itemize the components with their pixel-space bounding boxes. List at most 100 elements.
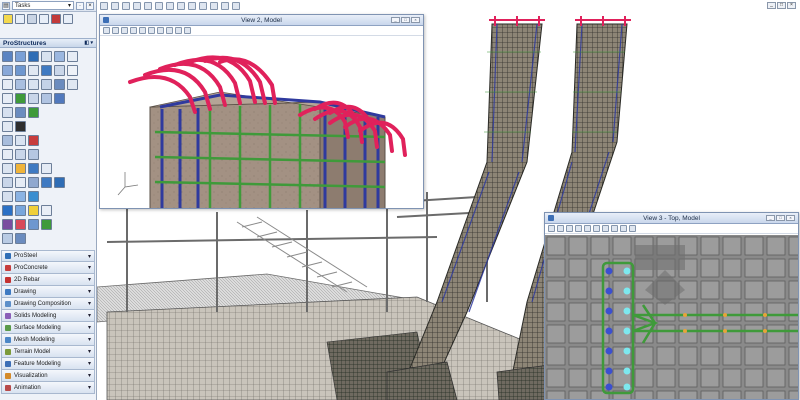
settings-icon[interactable] — [2, 233, 13, 244]
gusset-icon[interactable] — [15, 135, 26, 146]
manipulate-icon[interactable] — [39, 14, 49, 24]
footing-icon[interactable] — [2, 107, 13, 118]
bracing-icon[interactable] — [54, 65, 65, 76]
toolbox-controls-icon[interactable]: ◧ ▾ — [84, 40, 93, 46]
category-animation[interactable]: Animation ▾ — [1, 382, 95, 394]
pin-icon[interactable]: · — [76, 1, 84, 10]
fence-icon[interactable] — [15, 14, 25, 24]
display-style-icon[interactable] — [112, 27, 119, 34]
close-icon[interactable]: × — [786, 215, 795, 221]
prostructures-header[interactable]: ProStructures ◧ ▾ — [0, 38, 96, 48]
connection-icon[interactable] — [2, 135, 13, 146]
category-prosteel[interactable]: ProSteel ▾ — [1, 250, 95, 262]
maximize-icon[interactable]: □ — [777, 2, 786, 9]
bolt-icon[interactable] — [54, 51, 65, 62]
spiral-icon[interactable] — [15, 149, 26, 160]
delete-icon[interactable] — [51, 14, 61, 24]
tasks-dropdown[interactable]: Tasks ▾ — [12, 1, 74, 10]
view-3-window[interactable]: View 3 - Top, Model _ □ × — [544, 212, 799, 400]
attach-icon[interactable] — [2, 121, 13, 132]
cut-icon[interactable] — [2, 79, 13, 90]
fit-view-icon[interactable] — [166, 2, 174, 10]
fit-view-icon[interactable] — [584, 225, 591, 232]
circle-icon[interactable] — [2, 149, 13, 160]
zoom-out-icon[interactable] — [144, 2, 152, 10]
previous-view-icon[interactable] — [210, 2, 218, 10]
category-drawing-composition[interactable]: Drawing Composition ▾ — [1, 298, 95, 310]
minimize-icon[interactable]: _ — [391, 17, 400, 23]
fit-view-icon[interactable] — [139, 27, 146, 34]
filter-icon[interactable] — [41, 205, 52, 216]
category-surface-modeling[interactable]: Surface Modeling ▾ — [1, 322, 95, 334]
stair-icon[interactable] — [2, 65, 13, 76]
dimension-icon[interactable] — [28, 163, 39, 174]
view-attributes-icon[interactable] — [548, 225, 555, 232]
notch-icon[interactable] — [54, 79, 65, 90]
view-2-titlebar[interactable]: View 2, Model _ □ × — [100, 15, 423, 26]
zoom-in-icon[interactable] — [133, 2, 141, 10]
class-icon[interactable] — [15, 205, 26, 216]
previous-view-icon[interactable] — [611, 225, 618, 232]
category-solids-modeling[interactable]: Solids Modeling ▾ — [1, 310, 95, 322]
render-icon[interactable] — [2, 219, 13, 230]
clip-volume-icon[interactable] — [232, 2, 240, 10]
layer-icon[interactable] — [2, 205, 13, 216]
minimize-icon[interactable]: _ — [767, 2, 776, 9]
zoom-in-icon[interactable] — [121, 27, 128, 34]
plate-edit-icon[interactable] — [2, 93, 13, 104]
select-icon[interactable] — [3, 14, 13, 24]
view-3-titlebar[interactable]: View 3 - Top, Model _ □ × — [545, 213, 798, 224]
category-visualization[interactable]: Visualization ▾ — [1, 370, 95, 382]
clip-volume-icon[interactable] — [184, 27, 191, 34]
extend-icon[interactable] — [41, 79, 52, 90]
shape-offset-icon[interactable] — [67, 65, 78, 76]
previous-view-icon[interactable] — [166, 27, 173, 34]
purlin-icon[interactable] — [41, 65, 52, 76]
weld-icon[interactable] — [67, 51, 78, 62]
pan-icon[interactable] — [602, 225, 609, 232]
list-icon[interactable] — [28, 177, 39, 188]
rotate-icon[interactable] — [177, 2, 185, 10]
fit-icon[interactable] — [15, 79, 26, 90]
pan-icon[interactable] — [188, 2, 196, 10]
category-proconcrete[interactable]: ProConcrete ▾ — [1, 262, 95, 274]
clash-icon[interactable] — [15, 219, 26, 230]
next-view-icon[interactable] — [221, 2, 229, 10]
ladder-icon[interactable] — [28, 65, 39, 76]
pan-icon[interactable] — [157, 27, 164, 34]
railing-icon[interactable] — [15, 65, 26, 76]
hole-icon[interactable] — [15, 121, 26, 132]
main-viewport[interactable]: _ □ × View 2, Model _ □ × View 3 - Top, … — [97, 0, 800, 400]
check-icon[interactable] — [28, 219, 39, 230]
model-icon[interactable] — [41, 219, 52, 230]
highlight-icon[interactable] — [28, 205, 39, 216]
slab-icon[interactable] — [54, 93, 65, 104]
task-icon[interactable]: ▤ — [2, 1, 10, 10]
shape-icon[interactable] — [15, 51, 26, 62]
zoom-in-icon[interactable] — [566, 225, 573, 232]
section-icon[interactable] — [41, 163, 52, 174]
structural-grid-icon[interactable] — [2, 51, 13, 62]
category-feature-modeling[interactable]: Feature Modeling ▾ — [1, 358, 95, 370]
rebar-icon[interactable] — [15, 93, 26, 104]
category-drawing[interactable]: Drawing ▾ — [1, 286, 95, 298]
rebar-shape-icon[interactable] — [28, 107, 39, 118]
detail-icon[interactable] — [28, 135, 39, 146]
mesh-icon[interactable] — [28, 191, 39, 202]
clip-volume-icon[interactable] — [629, 225, 636, 232]
dropdown-icon[interactable] — [27, 14, 37, 24]
minimize-icon[interactable]: _ — [766, 215, 775, 221]
column-icon[interactable] — [28, 93, 39, 104]
view-icon[interactable] — [28, 51, 39, 62]
display-style-icon[interactable] — [111, 2, 119, 10]
label-icon[interactable] — [2, 163, 13, 174]
zoom-out-icon[interactable] — [130, 27, 137, 34]
walk-icon[interactable] — [199, 2, 207, 10]
next-view-icon[interactable] — [620, 225, 627, 232]
bom-icon[interactable] — [2, 177, 13, 188]
view-2-window[interactable]: View 2, Model _ □ × — [99, 14, 424, 209]
view-attributes-icon[interactable] — [103, 27, 110, 34]
category-mesh-modeling[interactable]: Mesh Modeling ▾ — [1, 334, 95, 346]
export-icon[interactable] — [41, 177, 52, 188]
view-attributes-icon[interactable] — [100, 2, 108, 10]
